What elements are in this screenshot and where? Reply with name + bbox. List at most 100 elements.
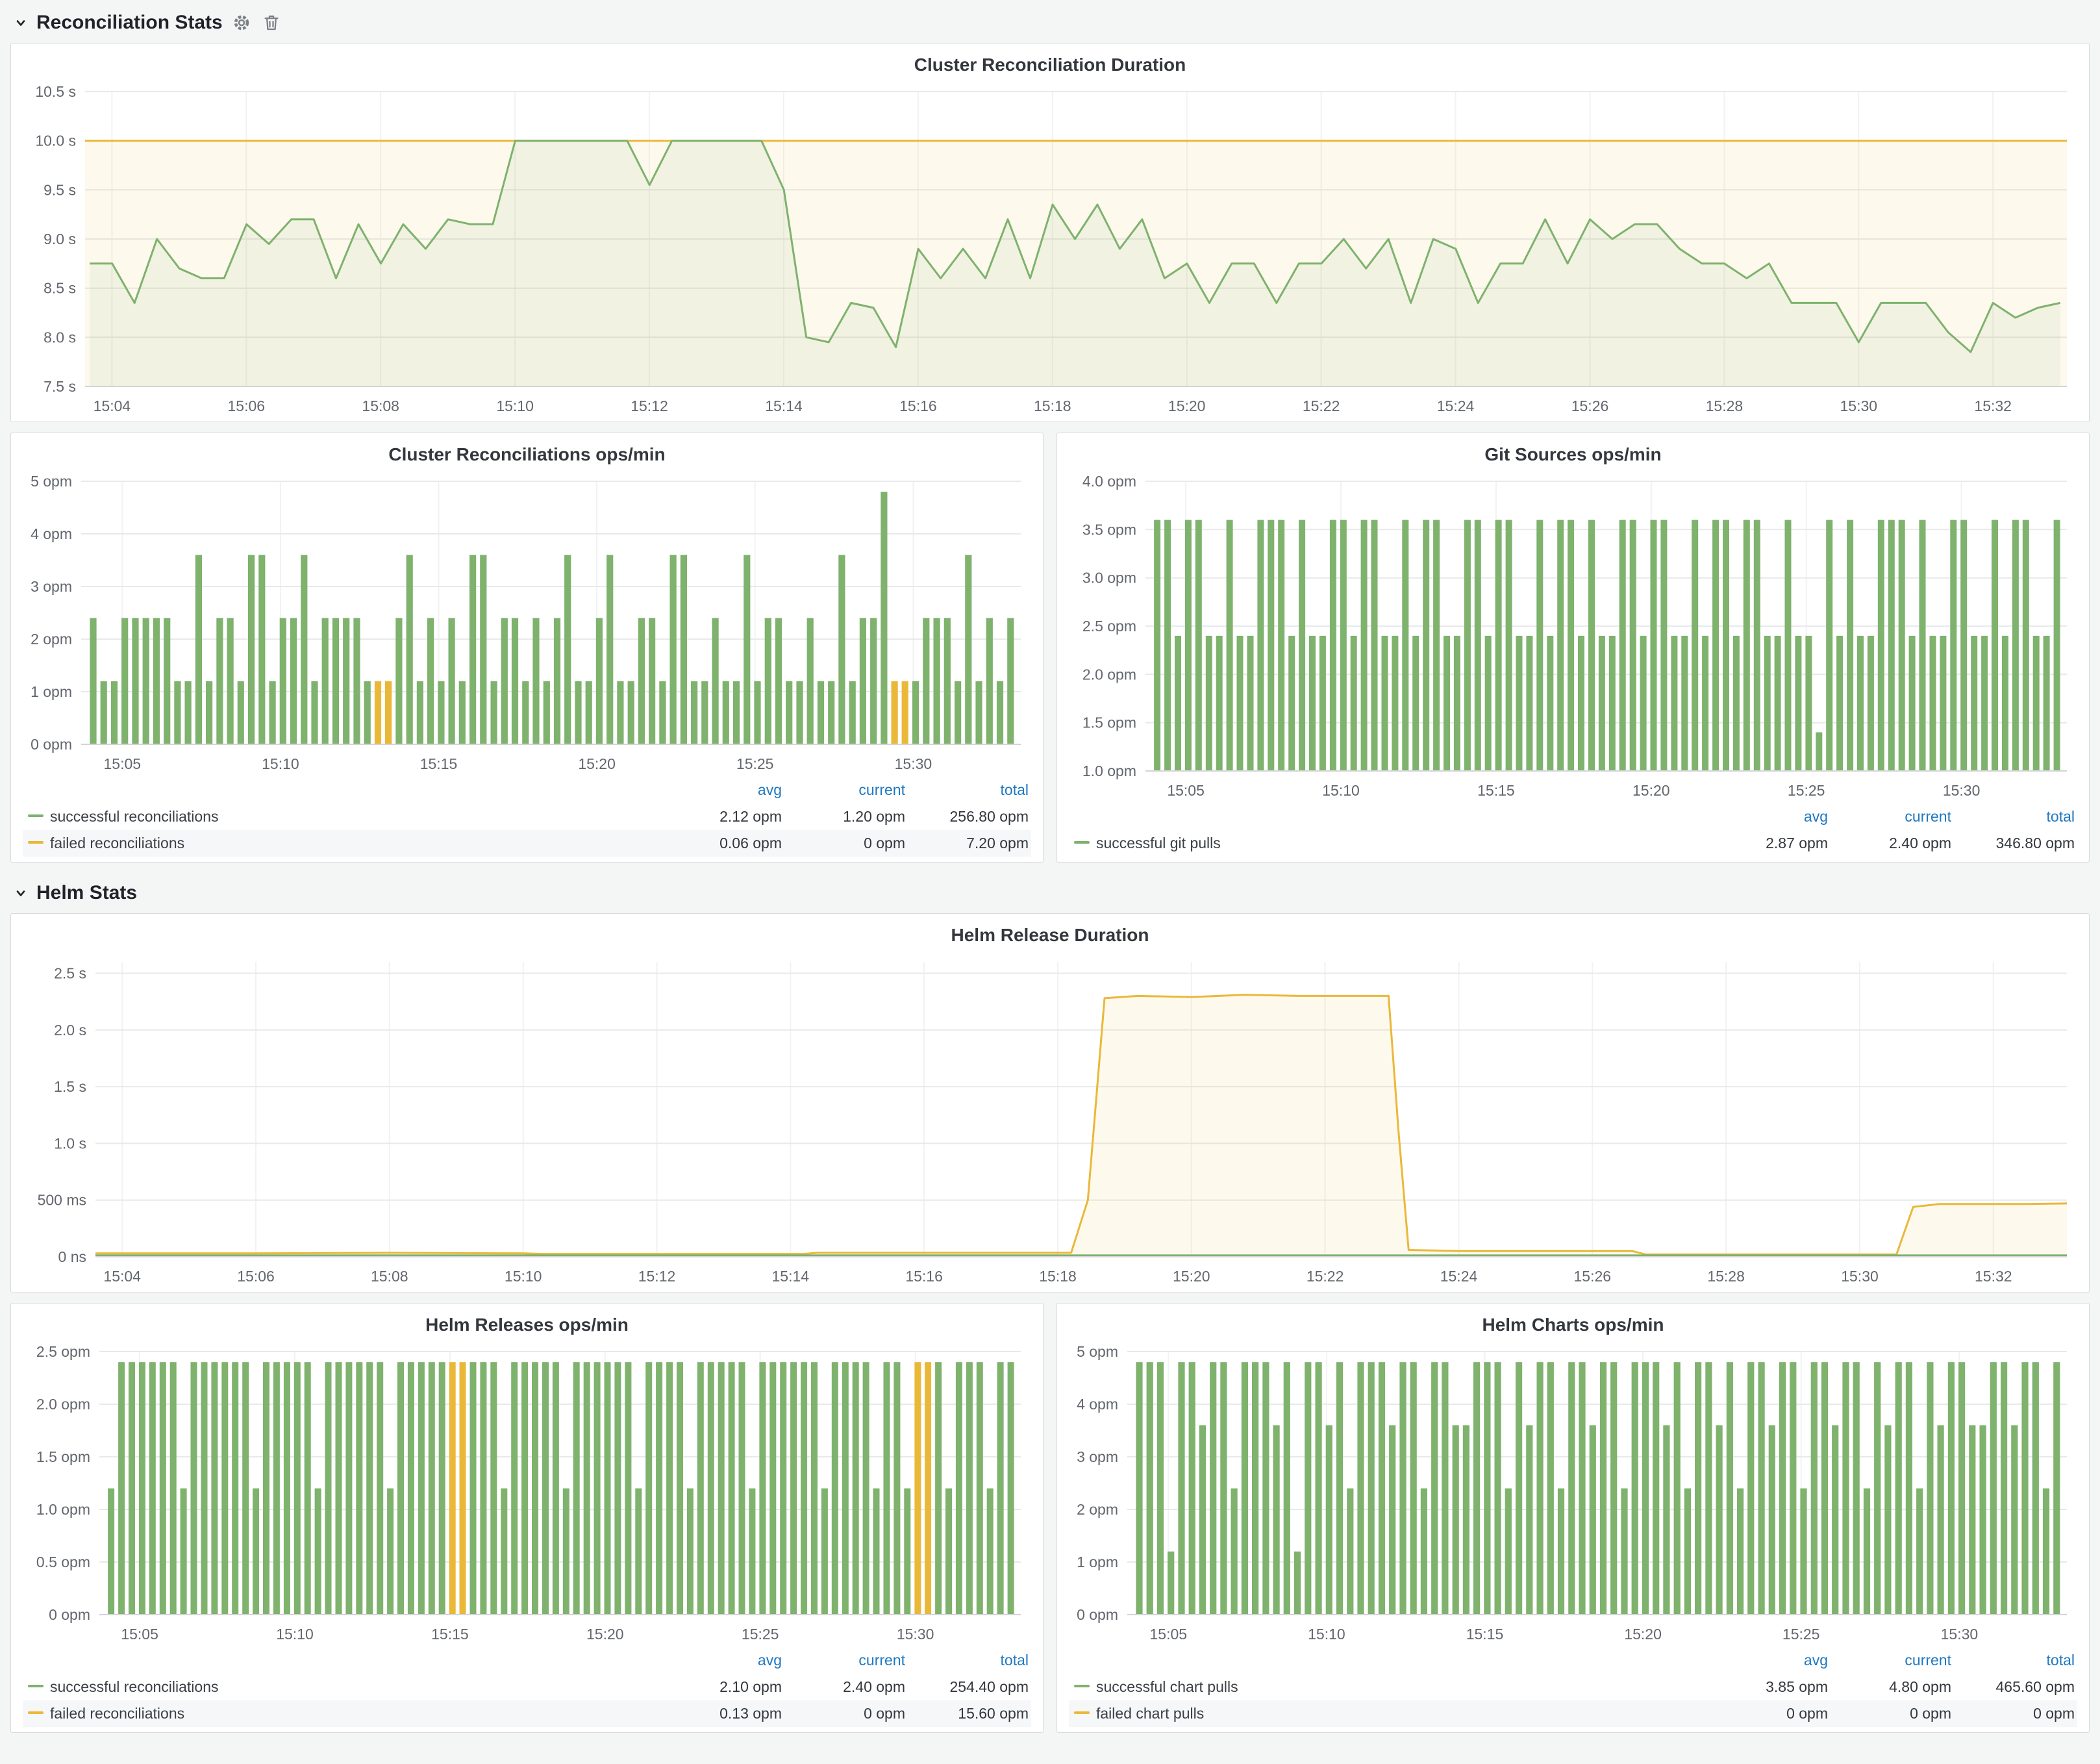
- legend-sort-total[interactable]: total: [1954, 803, 2077, 830]
- panel-title-cluster-reconciliations-opm[interactable]: Cluster Reconciliations ops/min: [23, 441, 1031, 471]
- legend-current-value: 2.40 opm: [784, 1674, 908, 1700]
- svg-text:1 opm: 1 opm: [31, 683, 72, 700]
- panel-title-helm-releases-opm[interactable]: Helm Releases ops/min: [23, 1311, 1031, 1341]
- legend-sort-current[interactable]: current: [784, 777, 908, 803]
- panel-cluster-reconciliations-opm: Cluster Reconciliations ops/min 0 opm1 o…: [10, 433, 1044, 863]
- svg-text:3.0 opm: 3.0 opm: [1082, 570, 1136, 586]
- legend-total-value: 0 opm: [1954, 1700, 2077, 1727]
- svg-text:15:30: 15:30: [1941, 1626, 1979, 1643]
- svg-text:0 opm: 0 opm: [1077, 1606, 1118, 1623]
- legend-total-value: 7.20 opm: [908, 830, 1031, 857]
- svg-text:15:30: 15:30: [1841, 1268, 1879, 1285]
- svg-text:15:32: 15:32: [1974, 397, 2012, 414]
- chart-area: 0 opm1 opm2 opm3 opm4 opm5 opm15:0515:10…: [23, 471, 1031, 774]
- svg-text:15:15: 15:15: [1466, 1626, 1504, 1643]
- helm-charts-opm-chart[interactable]: 0 opm1 opm2 opm3 opm4 opm5 opm15:0515:10…: [1069, 1341, 2077, 1644]
- helm-release-duration-chart[interactable]: 0 ns500 ms1.0 s1.5 s2.0 s2.5 s15:0415:06…: [23, 951, 2077, 1287]
- svg-text:3.5 opm: 3.5 opm: [1082, 521, 1136, 538]
- legend-series-name: successful reconciliations: [50, 1678, 219, 1695]
- legend-avg-value: 0.06 opm: [661, 830, 784, 857]
- chart-area: 1.0 opm1.5 opm2.0 opm2.5 opm3.0 opm3.5 o…: [1069, 471, 2077, 801]
- legend-series-toggle[interactable]: successful reconciliations: [23, 1674, 661, 1700]
- svg-text:8.5 s: 8.5 s: [44, 280, 76, 297]
- section-header-reconciliation-stats[interactable]: Reconciliation Stats: [10, 5, 2090, 40]
- svg-text:15:08: 15:08: [362, 397, 399, 414]
- legend-sort-total[interactable]: total: [1954, 1647, 2077, 1674]
- section-header-helm-stats[interactable]: Helm Stats: [10, 876, 2090, 911]
- trash-icon: [262, 13, 281, 32]
- legend-header-row: avg current total: [1069, 803, 2077, 830]
- legend-sort-current[interactable]: current: [1831, 803, 1954, 830]
- legend-series-toggle[interactable]: failed reconciliations: [23, 830, 661, 857]
- svg-text:4 opm: 4 opm: [31, 525, 72, 542]
- svg-text:2.0 opm: 2.0 opm: [36, 1396, 90, 1413]
- legend-header-row: avg current total: [23, 1647, 1031, 1674]
- svg-text:15:05: 15:05: [1167, 782, 1205, 799]
- panel-title-helm-charts-opm[interactable]: Helm Charts ops/min: [1069, 1311, 2077, 1341]
- legend-avg-value: 2.10 opm: [661, 1674, 784, 1700]
- legend-row-failed-reconciliations: failed reconciliations 0.13 opm 0 opm 15…: [23, 1700, 1031, 1727]
- svg-text:1.5 opm: 1.5 opm: [1082, 714, 1136, 731]
- legend-current-value: 0 opm: [1831, 1700, 1954, 1727]
- legend-series-toggle[interactable]: failed reconciliations: [23, 1700, 661, 1727]
- helm-releases-opm-chart[interactable]: 0 opm0.5 opm1.0 opm1.5 opm2.0 opm2.5 opm…: [23, 1341, 1031, 1644]
- svg-text:15:10: 15:10: [1322, 782, 1360, 799]
- legend-sort-total[interactable]: total: [908, 777, 1031, 803]
- git-sources-opm-chart[interactable]: 1.0 opm1.5 opm2.0 opm2.5 opm3.0 opm3.5 o…: [1069, 471, 2077, 801]
- series-color-swatch: [1074, 1711, 1090, 1714]
- legend-series-toggle[interactable]: successful reconciliations: [23, 803, 661, 830]
- legend-sort-avg[interactable]: avg: [1707, 803, 1831, 830]
- svg-text:15:14: 15:14: [772, 1268, 810, 1285]
- svg-text:8.0 s: 8.0 s: [44, 329, 76, 346]
- svg-text:2.0 s: 2.0 s: [54, 1022, 86, 1039]
- legend-series-name: failed reconciliations: [50, 1705, 184, 1722]
- legend-sort-avg[interactable]: avg: [1707, 1647, 1831, 1674]
- svg-text:1 opm: 1 opm: [1077, 1554, 1118, 1570]
- panel-title-cluster-reconciliation-duration[interactable]: Cluster Reconciliation Duration: [23, 51, 2077, 81]
- cluster-reconciliation-duration-chart[interactable]: 7.5 s8.0 s8.5 s9.0 s9.5 s10.0 s10.5 s15:…: [23, 81, 2077, 416]
- svg-text:1.5 opm: 1.5 opm: [36, 1448, 90, 1465]
- panel-helm-releases-opm: Helm Releases ops/min 0 opm0.5 opm1.0 op…: [10, 1303, 1044, 1733]
- svg-text:10.5 s: 10.5 s: [35, 83, 76, 100]
- svg-text:15:10: 15:10: [496, 397, 534, 414]
- svg-text:2 opm: 2 opm: [31, 631, 72, 648]
- svg-text:15:12: 15:12: [631, 397, 668, 414]
- series-color-swatch: [28, 1685, 44, 1687]
- legend-avg-value: 2.12 opm: [661, 803, 784, 830]
- svg-text:15:30: 15:30: [1840, 397, 1878, 414]
- section-delete-button[interactable]: [260, 12, 282, 34]
- panel-title-helm-release-duration[interactable]: Helm Release Duration: [23, 922, 2077, 951]
- svg-text:15:15: 15:15: [1477, 782, 1515, 799]
- legend-total-value: 346.80 opm: [1954, 830, 2077, 857]
- legend-series-toggle[interactable]: failed chart pulls: [1069, 1700, 1707, 1727]
- svg-text:15:30: 15:30: [895, 755, 932, 772]
- series-color-swatch: [1074, 841, 1090, 844]
- legend-series-toggle[interactable]: successful git pulls: [1069, 830, 1707, 857]
- panel-title-git-sources-opm[interactable]: Git Sources ops/min: [1069, 441, 2077, 471]
- legend-current-value: 2.40 opm: [1831, 830, 1954, 857]
- panel-cluster-reconciliation-duration: Cluster Reconciliation Duration 7.5 s8.0…: [10, 43, 2090, 422]
- legend-sort-current[interactable]: current: [784, 1647, 908, 1674]
- svg-text:15:28: 15:28: [1707, 1268, 1745, 1285]
- legend-total-value: 256.80 opm: [908, 803, 1031, 830]
- legend-sort-total[interactable]: total: [908, 1647, 1031, 1674]
- legend-series-toggle[interactable]: successful chart pulls: [1069, 1674, 1707, 1700]
- svg-text:3 opm: 3 opm: [1077, 1448, 1118, 1465]
- cluster-reconciliations-opm-chart[interactable]: 0 opm1 opm2 opm3 opm4 opm5 opm15:0515:10…: [23, 471, 1031, 774]
- svg-text:15:10: 15:10: [262, 755, 299, 772]
- svg-text:15:16: 15:16: [905, 1268, 943, 1285]
- svg-text:15:20: 15:20: [586, 1626, 624, 1643]
- legend-row-successful-git-pulls: successful git pulls 2.87 opm 2.40 opm 3…: [1069, 830, 2077, 857]
- series-color-swatch: [28, 841, 44, 844]
- svg-text:2.5 opm: 2.5 opm: [36, 1343, 90, 1360]
- panel-helm-charts-opm: Helm Charts ops/min 0 opm 1 opm 2 opm 3 opm…: [1056, 1303, 2090, 1733]
- legend-sort-avg[interactable]: avg: [661, 777, 784, 803]
- section-settings-button[interactable]: [231, 12, 253, 34]
- legend-series-name: successful reconciliations: [50, 808, 219, 825]
- svg-text:15:05: 15:05: [104, 755, 142, 772]
- legend-sort-avg[interactable]: avg: [661, 1647, 784, 1674]
- svg-text:15:26: 15:26: [1574, 1268, 1612, 1285]
- svg-text:2 opm: 2 opm: [1077, 1501, 1118, 1518]
- legend-sort-current[interactable]: current: [1831, 1647, 1954, 1674]
- svg-text:3 opm: 3 opm: [31, 578, 72, 595]
